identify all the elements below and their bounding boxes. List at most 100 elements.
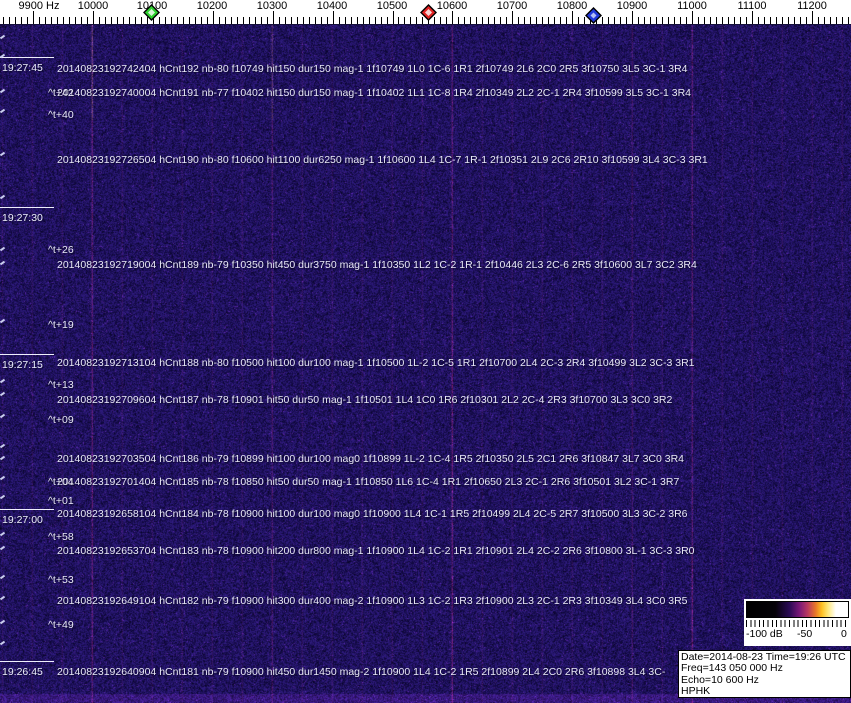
ruler-tick: [255, 17, 256, 24]
ruler-tick: [243, 17, 244, 24]
ruler-tick: [632, 11, 633, 24]
ruler-tick: [303, 17, 304, 24]
ruler-tick: [123, 17, 124, 24]
ruler-tick: [333, 11, 334, 24]
ruler-tick: [63, 17, 64, 24]
ruler-tick: [812, 11, 813, 24]
ruler-tick: [279, 17, 280, 24]
ruler-tick: [111, 17, 112, 24]
time-offset-tag: ^t+04: [48, 476, 74, 488]
green-frequency-marker-icon[interactable]: [143, 4, 160, 21]
ruler-tick: [746, 17, 747, 24]
echo-log-line: 20140823192703504 hCnt186 nb-79 f10899 h…: [57, 453, 685, 465]
ruler-tick: [836, 17, 837, 24]
ruler-tick: [518, 17, 519, 24]
red-frequency-marker-icon[interactable]: [420, 4, 437, 21]
ruler-tick: [291, 17, 292, 24]
ruler-tick: [446, 17, 447, 24]
ruler-tick: [117, 17, 118, 24]
time-offset-tag: ^t+09: [48, 414, 74, 426]
ruler-tick: [309, 17, 310, 24]
db-scale-label-max: 0: [841, 628, 847, 640]
ruler-tick: [560, 17, 561, 24]
ruler-tick: [644, 17, 645, 24]
ruler-tick: [506, 17, 507, 24]
ruler-tick: [39, 17, 40, 24]
echo-log-line: 20140823192701404 hCnt185 nb-78 f10850 h…: [57, 476, 680, 488]
echo-log-line: 20140823192713104 hCnt188 nb-80 f10500 h…: [57, 357, 695, 369]
ruler-tick: [770, 17, 771, 24]
ruler-tick: [171, 17, 172, 24]
ruler-tick: [225, 17, 226, 24]
ruler-tick: [237, 17, 238, 24]
ruler-tick: [842, 17, 843, 24]
ruler-tick: [404, 17, 405, 24]
ruler-tick: [548, 17, 549, 24]
ruler-tick: [698, 17, 699, 24]
ruler-tick: [105, 17, 106, 24]
ruler-tick: [339, 17, 340, 24]
time-offset-tag: ^t+40: [48, 109, 74, 121]
ruler-tick: [728, 17, 729, 24]
db-color-scale: -100 dB -50 0: [744, 599, 851, 646]
time-offset-tag: ^t+26: [48, 244, 74, 256]
ruler-tick: [9, 17, 10, 24]
ruler-tick: [393, 11, 394, 24]
ruler-tick: [177, 17, 178, 24]
ruler-tick: [608, 17, 609, 24]
ruler-tick: [500, 17, 501, 24]
time-text: 19:27:45: [2, 62, 43, 74]
ruler-tick: [536, 17, 537, 24]
time-text: 19:27:30: [2, 212, 43, 224]
ruler-tick: [638, 17, 639, 24]
ruler-label: 9900 Hz: [18, 0, 60, 12]
ruler-label: 10200: [196, 0, 228, 12]
db-scale-ticks: [746, 620, 849, 627]
echo-log-line: 20140823192740004 hCnt191 nb-77 f10402 h…: [57, 87, 691, 99]
ruler-tick: [231, 17, 232, 24]
time-text: 19:27:15: [2, 359, 43, 371]
ruler-tick: [758, 17, 759, 24]
ruler-tick: [668, 17, 669, 24]
ruler-tick: [99, 17, 100, 24]
ruler-tick: [566, 17, 567, 24]
ruler-tick: [494, 17, 495, 24]
ruler-tick: [351, 17, 352, 24]
ruler-tick: [752, 11, 753, 24]
ruler-tick: [69, 17, 70, 24]
time-offset-tag: ^t+58: [48, 531, 74, 543]
ruler-tick: [554, 17, 555, 24]
ruler-tick: [614, 17, 615, 24]
spectrogram-window: { "ruler": { "labels": ["9900 Hz","10000…: [0, 0, 851, 703]
ruler-tick: [830, 17, 831, 24]
ruler-tick: [327, 17, 328, 24]
ruler-tick: [21, 17, 22, 24]
ruler-tick: [249, 17, 250, 24]
ruler-tick: [794, 17, 795, 24]
ruler-label: 10300: [256, 0, 288, 12]
ruler-tick: [87, 17, 88, 24]
status-info-box: Date=2014-08-23 Time=19:26 UTC Freq=143 …: [678, 650, 851, 698]
ruler-tick: [381, 17, 382, 24]
time-axis-label: 19:27:15: [0, 354, 54, 373]
ruler-tick: [57, 17, 58, 24]
ruler-tick: [273, 11, 274, 24]
ruler-tick: [464, 17, 465, 24]
ruler-tick: [387, 17, 388, 24]
ruler-tick: [800, 17, 801, 24]
ruler-tick: [15, 17, 16, 24]
ruler-tick: [692, 11, 693, 24]
ruler-tick: [620, 17, 621, 24]
ruler-tick: [27, 17, 28, 24]
ruler-tick: [452, 11, 453, 24]
blue-frequency-marker-icon[interactable]: [585, 7, 602, 24]
ruler-tick: [578, 17, 579, 24]
db-scale-label-min: -100 dB: [746, 628, 783, 640]
time-offset-tag: ^t+53: [48, 574, 74, 586]
ruler-tick: [219, 17, 220, 24]
ruler-tick: [81, 17, 82, 24]
ruler-tick: [530, 17, 531, 24]
ruler-tick: [470, 17, 471, 24]
ruler-tick: [315, 17, 316, 24]
echo-log-line: 20140823192640904 hCnt181 nb-79 f10900 h…: [57, 666, 666, 678]
